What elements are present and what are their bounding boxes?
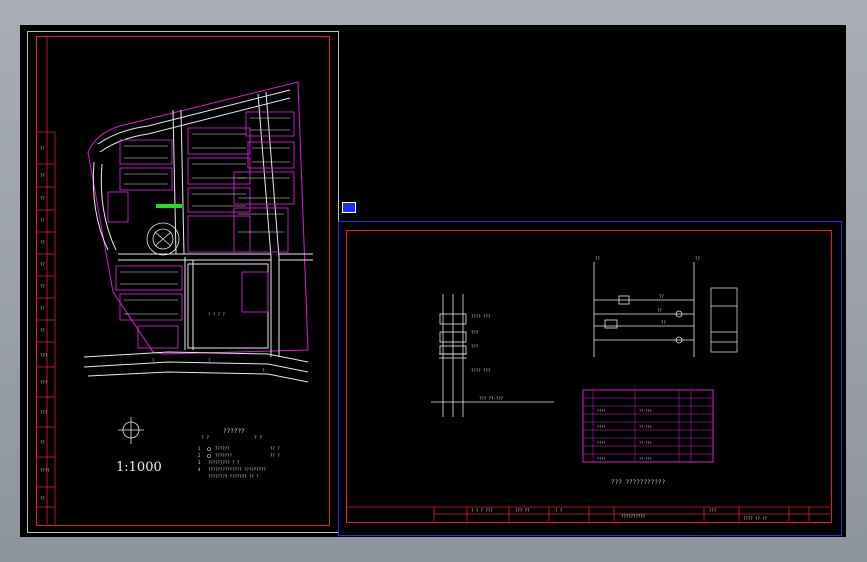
circuit-caption: ??? ??????????? xyxy=(611,479,666,486)
svg-text:??: ?? xyxy=(40,328,45,333)
site-plan-drawing: ?????? ?????? ?????? ????????? ???????? xyxy=(37,36,313,524)
title-strip xyxy=(37,36,56,524)
svg-text:? ?: ? ? xyxy=(254,435,262,441)
svg-text:??? ??-???: ??? ??-??? xyxy=(479,396,504,401)
svg-text:???: ??? xyxy=(471,344,479,349)
svg-text:1: 1 xyxy=(198,446,201,451)
electrical-schematic-sheet[interactable]: ???? ??? ??? ??? ???? ??? ??? ??-??? ?? … xyxy=(338,221,842,536)
svg-text:2: 2 xyxy=(198,453,201,458)
svg-text:???? ???: ???? ??? xyxy=(471,314,491,319)
svg-text:?? ???: ?? ??? xyxy=(639,441,652,445)
svg-text:??????????: ?????????? xyxy=(621,514,646,519)
svg-text:? ? ? ???: ? ? ? ??? xyxy=(471,508,493,513)
control-ladder xyxy=(593,262,695,357)
svg-text:????: ???? xyxy=(40,468,50,473)
svg-text:???? ??-??: ???? ??-?? xyxy=(743,516,768,521)
schematic-drawing: ???? ??? ??? ??? ???? ??? ??? ??-??? ?? … xyxy=(346,256,830,521)
svg-text:???: ??? xyxy=(40,353,48,358)
svg-text:?: ? xyxy=(262,368,265,373)
svg-text:???? ???: ???? ??? xyxy=(471,368,491,373)
svg-text:??: ?? xyxy=(659,294,664,299)
svg-text:??: ?? xyxy=(40,218,45,223)
svg-text:???: ??? xyxy=(40,380,48,385)
svg-text:??: ?? xyxy=(40,440,45,445)
svg-text:???????? ??????? ?? ?: ???????? ??????? ?? ? xyxy=(208,474,259,479)
svg-text:??: ?? xyxy=(40,284,45,289)
svg-text:??? ??: ??? ?? xyxy=(515,508,530,513)
svg-text:??: ?? xyxy=(40,496,45,501)
svg-text:??: ?? xyxy=(40,240,45,245)
svg-text:??: ?? xyxy=(40,173,45,178)
svg-text:4: 4 xyxy=(198,467,201,472)
legend-title: ?????? xyxy=(223,428,245,435)
svg-text:???: ??? xyxy=(471,330,479,335)
selection-marker[interactable] xyxy=(342,202,356,213)
svg-text:??: ?? xyxy=(657,308,662,313)
svg-text:?? ?: ?? ? xyxy=(270,446,280,451)
svg-text:??: ?? xyxy=(695,256,700,261)
svg-text:????: ???? xyxy=(597,425,605,429)
svg-text:???: ??? xyxy=(709,508,717,513)
svg-text:?? ???: ?? ??? xyxy=(639,425,652,429)
svg-text:????: ???? xyxy=(597,457,605,461)
svg-text:?? ???: ?? ??? xyxy=(639,409,652,413)
svg-text:????: ???? xyxy=(597,441,605,445)
svg-text:??????: ?????? xyxy=(215,446,230,451)
cad-model-space[interactable]: ?????? ?????? ?????? ????????? ???????? xyxy=(20,25,846,537)
svg-text:3: 3 xyxy=(198,460,201,465)
svg-text:??: ?? xyxy=(40,262,45,267)
svg-text:??: ?? xyxy=(40,306,45,311)
svg-text:?? ???: ?? ??? xyxy=(639,457,652,461)
north-arrow-icon xyxy=(118,417,144,444)
svg-text:?: ? xyxy=(152,358,155,363)
svg-text:?: ? xyxy=(208,358,211,363)
svg-text:????????? ? ?: ????????? ? ? xyxy=(208,460,240,465)
svg-text:???????: ??????? xyxy=(215,453,232,458)
site-plan-sheet[interactable]: ?????? ?????? ?????? ????????? ???????? xyxy=(27,31,339,533)
svg-text:???: ??? xyxy=(40,410,48,415)
svg-text:?? ?: ?? ? xyxy=(270,453,280,458)
svg-text:????: ???? xyxy=(597,409,605,413)
svg-text:??: ?? xyxy=(661,320,666,325)
equipment-table: ???? ?? ??? ???? ?? ??? ???? ?? ??? ???? ?? … xyxy=(582,389,714,463)
scale-label: 1:1000 xyxy=(116,460,162,475)
svg-text:??: ?? xyxy=(595,256,600,261)
svg-text:? ?: ? ? xyxy=(201,435,209,441)
svg-text:? ? ? ?: ? ? ? ? xyxy=(208,312,225,317)
svg-text:? ?: ? ? xyxy=(555,508,563,513)
svg-text:??: ?? xyxy=(40,146,45,151)
svg-text:?????????????? ?????????: ?????????????? ????????? xyxy=(208,467,266,472)
svg-text:??: ?? xyxy=(40,196,45,201)
